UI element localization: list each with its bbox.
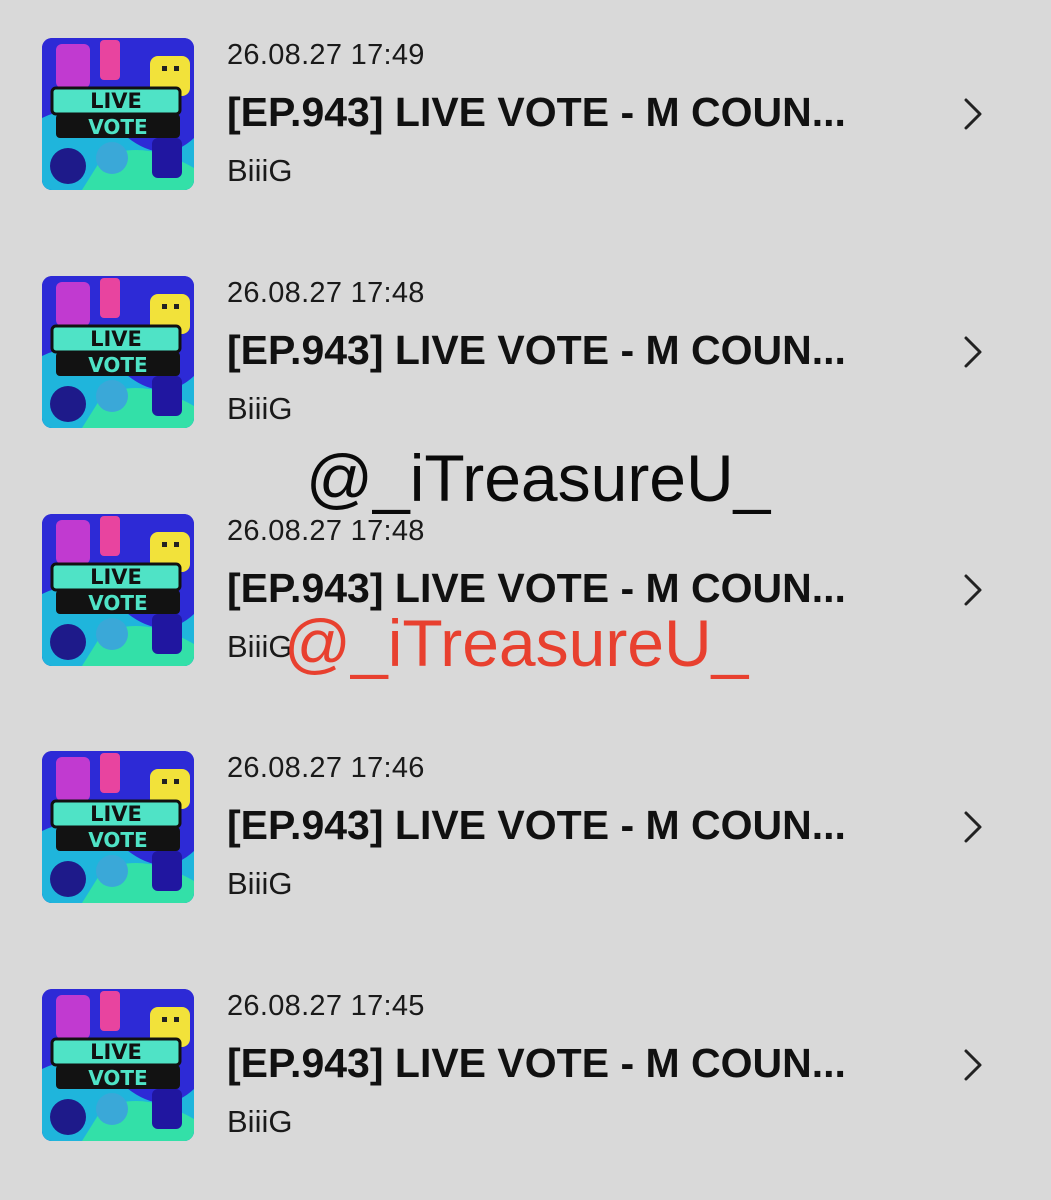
post-author: BiiiG	[227, 866, 293, 901]
live-vote-thumbnail-image: LIVE VOTE	[42, 751, 194, 903]
list-item[interactable]: LIVE VOTE 26.08.27 17:46 [EP.943] LIVE V…	[0, 751, 1051, 931]
post-date: 26.08.27 17:46	[227, 752, 425, 784]
watermark-primary: @_iTreasureU_	[306, 441, 771, 515]
post-author: BiiiG	[227, 391, 293, 426]
thumb-vote-text: VOTE	[88, 828, 147, 852]
thumbnail: LIVE VOTE	[42, 751, 194, 903]
thumb-vote-text: VOTE	[88, 115, 147, 139]
list-item[interactable]: LIVE VOTE 26.08.27 17:49 [EP.943] LIVE V…	[0, 38, 1051, 218]
chevron-right-icon[interactable]	[958, 1047, 988, 1083]
post-date: 26.08.27 17:48	[227, 515, 425, 547]
post-date: 26.08.27 17:45	[227, 990, 425, 1022]
list-item[interactable]: LIVE VOTE 26.08.27 17:45 [EP.943] LIVE V…	[0, 989, 1051, 1169]
live-vote-thumbnail-image: LIVE VOTE	[42, 276, 194, 428]
chevron-right-icon[interactable]	[958, 809, 988, 845]
thumb-live-text: LIVE	[90, 802, 142, 826]
thumb-live-text: LIVE	[90, 89, 142, 113]
live-vote-thumbnail-image: LIVE VOTE	[42, 38, 194, 190]
thumbnail: LIVE VOTE	[42, 514, 194, 666]
post-list: LIVE VOTE 26.08.27 17:49 [EP.943] LIVE V…	[0, 0, 1051, 1200]
thumb-live-text: LIVE	[90, 565, 142, 589]
thumbnail: LIVE VOTE	[42, 38, 194, 190]
thumb-vote-text: VOTE	[88, 1066, 147, 1090]
post-author: BiiiG	[227, 153, 293, 188]
chevron-right-icon[interactable]	[958, 334, 988, 370]
live-vote-thumbnail-image: LIVE VOTE	[42, 514, 194, 666]
post-author: BiiiG	[227, 629, 293, 664]
list-item[interactable]: LIVE VOTE 26.08.27 17:48 [EP.943] LIVE V…	[0, 276, 1051, 456]
chevron-right-icon[interactable]	[958, 96, 988, 132]
post-author: BiiiG	[227, 1104, 293, 1139]
post-title: [EP.943] LIVE VOTE - M COUN...	[227, 802, 846, 848]
thumbnail: LIVE VOTE	[42, 989, 194, 1141]
thumbnail: LIVE VOTE	[42, 276, 194, 428]
post-title: [EP.943] LIVE VOTE - M COUN...	[227, 1040, 846, 1086]
post-title: [EP.943] LIVE VOTE - M COUN...	[227, 89, 846, 135]
chevron-right-icon[interactable]	[958, 572, 988, 608]
thumb-live-text: LIVE	[90, 327, 142, 351]
watermark-secondary: @_iTreasureU_	[284, 606, 749, 680]
thumb-vote-text: VOTE	[88, 591, 147, 615]
post-title: [EP.943] LIVE VOTE - M COUN...	[227, 327, 846, 373]
thumb-vote-text: VOTE	[88, 353, 147, 377]
post-date: 26.08.27 17:49	[227, 39, 425, 71]
post-date: 26.08.27 17:48	[227, 277, 425, 309]
thumb-live-text: LIVE	[90, 1040, 142, 1064]
live-vote-thumbnail-image: LIVE VOTE	[42, 989, 194, 1141]
